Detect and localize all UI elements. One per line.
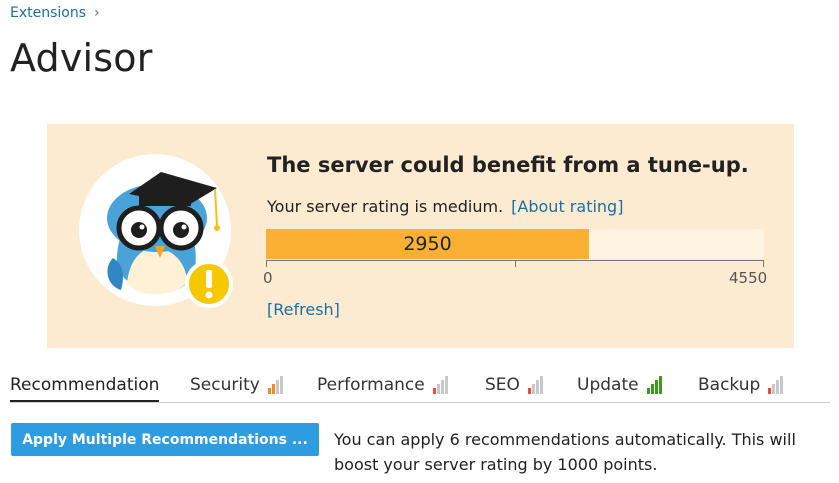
signal-bar: [444, 376, 448, 394]
tab-label: SEO: [485, 375, 520, 395]
signal-bars-icon: [646, 376, 662, 394]
signal-bar: [539, 376, 543, 394]
signal-bar: [658, 376, 662, 394]
banner-headline: The server could benefit from a tune-up.: [267, 153, 749, 177]
apply-multiple-recommendations-button[interactable]: Apply Multiple Recommendations ...: [11, 423, 319, 456]
tab-update[interactable]: Update: [577, 370, 662, 400]
breadcrumb-extensions-link[interactable]: Extensions: [10, 5, 86, 21]
chevron-right-icon: ›: [94, 5, 100, 21]
rating-bar: 2950: [266, 229, 764, 259]
rating-scale: [266, 260, 764, 269]
tab-label: Update: [577, 375, 639, 395]
tab-performance[interactable]: Performance: [317, 370, 448, 400]
signal-bar: [535, 380, 539, 394]
advisor-banner: The server could benefit from a tune-up.…: [47, 124, 794, 348]
advisor-tabs: Recommendation Security Performance SEO …: [10, 370, 830, 403]
about-rating-link[interactable]: [About rating]: [511, 197, 623, 216]
tab-security[interactable]: Security: [190, 370, 283, 400]
refresh-link[interactable]: [Refresh]: [267, 300, 340, 319]
signal-bar: [650, 384, 654, 394]
signal-bars-icon: [768, 376, 784, 394]
signal-bars-icon: [267, 376, 283, 394]
rating-text: Your server rating is medium.: [267, 197, 504, 216]
signal-bar: [275, 380, 279, 394]
tab-seo[interactable]: SEO: [485, 370, 543, 400]
tab-label: Recommendation: [10, 375, 160, 395]
signal-bar: [780, 376, 784, 394]
rating-line: Your server rating is medium. [About rati…: [267, 197, 623, 216]
scale-min-label: 0: [263, 269, 273, 287]
signal-bar: [267, 388, 271, 394]
signal-bar: [776, 380, 780, 394]
owl-mascot-icon: [79, 154, 233, 308]
signal-bar: [768, 388, 772, 394]
signal-bar: [654, 380, 658, 394]
signal-bars-icon: [432, 376, 448, 394]
signal-bar: [527, 388, 531, 394]
tab-label: Backup: [698, 375, 761, 395]
scale-tick: [763, 261, 764, 267]
tab-recommendation[interactable]: Recommendation: [10, 370, 160, 402]
breadcrumb: Extensions ›: [10, 5, 100, 21]
signal-bar: [440, 380, 444, 394]
tab-label: Performance: [317, 375, 425, 395]
signal-bar: [772, 384, 776, 394]
scale-tick: [266, 261, 267, 267]
signal-bar: [279, 376, 283, 394]
signal-bar: [646, 388, 650, 394]
signal-bar: [436, 384, 440, 394]
rating-bar-value: 2950: [403, 233, 452, 255]
tab-label: Security: [190, 375, 260, 395]
scale-max-label: 4550: [729, 269, 768, 287]
signal-bar: [271, 384, 275, 394]
page-title: Advisor: [10, 36, 153, 80]
tab-backup[interactable]: Backup: [698, 370, 784, 400]
signal-bar: [432, 388, 436, 394]
apply-info-text: You can apply 6 recommendations automati…: [334, 430, 796, 474]
signal-bars-icon: [527, 376, 543, 394]
signal-bar: [531, 384, 535, 394]
scale-tick: [515, 261, 516, 267]
